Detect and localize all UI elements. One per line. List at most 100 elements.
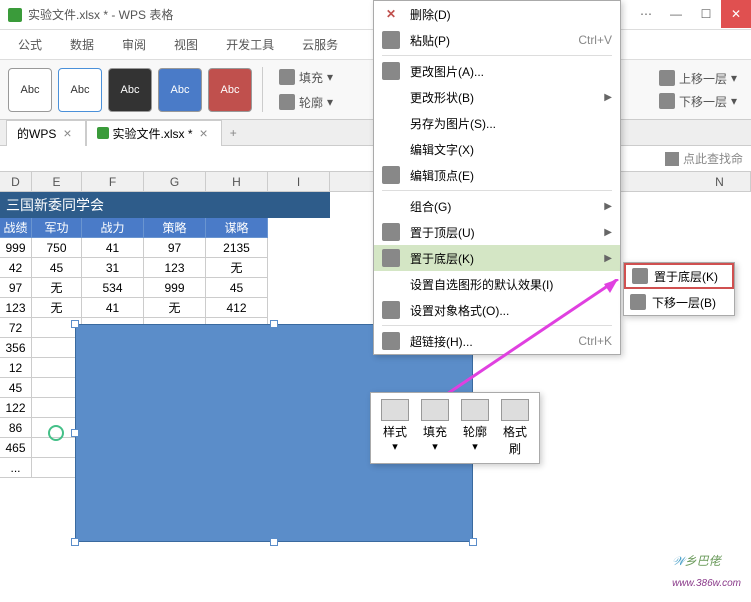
bring-forward-button[interactable]: 上移一层 ▾ bbox=[653, 68, 743, 89]
cell[interactable]: 2135 bbox=[206, 238, 268, 258]
command-hint[interactable]: 点此查找命 bbox=[683, 150, 743, 167]
cell[interactable]: 12 bbox=[0, 358, 32, 378]
shape-style-1[interactable]: Abc bbox=[8, 68, 52, 112]
col-H[interactable]: H bbox=[206, 172, 268, 191]
cell[interactable]: 45 bbox=[32, 258, 82, 278]
ctx-bring-to-front[interactable]: 置于顶层(U)▶ bbox=[374, 219, 620, 245]
shape-style-2[interactable]: Abc bbox=[58, 68, 102, 112]
bucket-icon bbox=[421, 399, 449, 421]
menu-cloud[interactable]: 云服务 bbox=[288, 36, 352, 53]
col-G[interactable]: G bbox=[144, 172, 206, 191]
col-I[interactable]: I bbox=[268, 172, 330, 191]
cell[interactable]: 356 bbox=[0, 338, 32, 358]
tab-file[interactable]: 实验文件.xlsx *× bbox=[86, 120, 222, 146]
hdr-cell[interactable]: 谋略 bbox=[206, 218, 268, 238]
sub-send-to-back[interactable]: 置于底层(K) bbox=[624, 263, 734, 289]
ctx-send-to-back[interactable]: 置于底层(K)▶ bbox=[374, 245, 620, 271]
cell[interactable]: 45 bbox=[0, 378, 32, 398]
cell[interactable]: 31 bbox=[82, 258, 144, 278]
shape-style-5[interactable]: Abc bbox=[208, 68, 252, 112]
hdr-cell[interactable]: 军功 bbox=[32, 218, 82, 238]
cell[interactable]: 无 bbox=[32, 298, 82, 318]
table-title[interactable]: 三国新委同学会 bbox=[0, 192, 330, 218]
menu-devtools[interactable]: 开发工具 bbox=[212, 36, 288, 53]
ctx-edit-text[interactable]: 编辑文字(X) bbox=[374, 136, 620, 162]
outline-label: 轮廓 bbox=[299, 94, 323, 111]
resize-handle[interactable] bbox=[270, 320, 278, 328]
cell[interactable]: 97 bbox=[0, 278, 32, 298]
points-icon bbox=[382, 166, 400, 184]
layer-down-icon bbox=[659, 93, 675, 109]
layer-up-icon bbox=[659, 70, 675, 86]
cell[interactable]: 无 bbox=[32, 278, 82, 298]
cell[interactable]: 122 bbox=[0, 398, 32, 418]
sub-send-backward[interactable]: 下移一层(B) bbox=[624, 289, 734, 315]
cell[interactable]: 999 bbox=[0, 238, 32, 258]
fb-fill[interactable]: 填充 ▾ bbox=[415, 397, 455, 459]
ctx-save-as-image[interactable]: 另存为图片(S)... bbox=[374, 110, 620, 136]
ctx-format-object[interactable]: 设置对象格式(O)... bbox=[374, 297, 620, 323]
cell[interactable]: 123 bbox=[144, 258, 206, 278]
shape-style-3[interactable]: Abc bbox=[108, 68, 152, 112]
hdr-cell[interactable]: 战绩 bbox=[0, 218, 32, 238]
maximize-button[interactable]: ☐ bbox=[691, 0, 721, 28]
close-button[interactable]: ✕ bbox=[721, 0, 751, 28]
style-icon bbox=[381, 399, 409, 421]
resize-handle[interactable] bbox=[469, 538, 477, 546]
fb-outline[interactable]: 轮廓 ▾ bbox=[455, 397, 495, 459]
hdr-cell[interactable]: 策略 bbox=[144, 218, 206, 238]
resize-handle[interactable] bbox=[71, 429, 79, 437]
cell[interactable]: 534 bbox=[82, 278, 144, 298]
fb-style[interactable]: 样式 ▾ bbox=[375, 397, 415, 459]
menu-formula[interactable]: 公式 bbox=[4, 36, 56, 53]
resize-handle[interactable] bbox=[71, 320, 79, 328]
cell[interactable]: 45 bbox=[206, 278, 268, 298]
cell[interactable]: ... bbox=[0, 458, 32, 478]
ctx-change-image[interactable]: 更改图片(A)... bbox=[374, 58, 620, 84]
cell[interactable]: 41 bbox=[82, 238, 144, 258]
col-F[interactable]: F bbox=[82, 172, 144, 191]
ctx-set-default[interactable]: 设置自选图形的默认效果(I) bbox=[374, 271, 620, 297]
overflow-button[interactable]: ⋯ bbox=[631, 0, 661, 28]
ctx-change-shape[interactable]: 更改形状(B)▶ bbox=[374, 84, 620, 110]
ctx-group[interactable]: 组合(G)▶ bbox=[374, 193, 620, 219]
minimize-button[interactable]: — bbox=[661, 0, 691, 28]
cell[interactable]: 97 bbox=[144, 238, 206, 258]
shape-style-4[interactable]: Abc bbox=[158, 68, 202, 112]
ctx-delete[interactable]: ✕删除(D) bbox=[374, 1, 620, 27]
cell[interactable]: 412 bbox=[206, 298, 268, 318]
add-tab-button[interactable]: + bbox=[222, 122, 245, 144]
col-D[interactable]: D bbox=[0, 172, 32, 191]
fb-format-painter[interactable]: 格式刷 bbox=[495, 397, 535, 459]
resize-handle[interactable] bbox=[71, 538, 79, 546]
resize-handle[interactable] bbox=[270, 538, 278, 546]
col-E[interactable]: E bbox=[32, 172, 82, 191]
chevron-right-icon: ▶ bbox=[604, 227, 612, 238]
menu-view[interactable]: 视图 bbox=[160, 36, 212, 53]
cell[interactable]: 无 bbox=[144, 298, 206, 318]
menu-review[interactable]: 审阅 bbox=[108, 36, 160, 53]
ctx-hyperlink[interactable]: 超链接(H)...Ctrl+K bbox=[374, 328, 620, 354]
tab-close-icon[interactable]: × bbox=[197, 125, 211, 141]
send-backward-button[interactable]: 下移一层 ▾ bbox=[653, 91, 743, 112]
ctx-edit-points[interactable]: 编辑顶点(E) bbox=[374, 162, 620, 188]
cell[interactable]: 465 bbox=[0, 438, 32, 458]
cell[interactable]: 123 bbox=[0, 298, 32, 318]
outline-button[interactable]: 轮廓 ▾ bbox=[273, 92, 339, 113]
tab-close-icon[interactable]: × bbox=[60, 125, 74, 141]
cell[interactable]: 42 bbox=[0, 258, 32, 278]
rotate-handle[interactable] bbox=[48, 425, 64, 441]
tab-wps[interactable]: 的WPS× bbox=[6, 120, 86, 146]
cell[interactable]: 999 bbox=[144, 278, 206, 298]
cell[interactable]: 750 bbox=[32, 238, 82, 258]
cell[interactable]: 41 bbox=[82, 298, 144, 318]
col-N[interactable]: N bbox=[689, 172, 751, 191]
cell[interactable]: 无 bbox=[206, 258, 268, 278]
menu-data[interactable]: 数据 bbox=[56, 36, 108, 53]
ctx-paste[interactable]: 粘贴(P)Ctrl+V bbox=[374, 27, 620, 53]
clipboard-icon bbox=[382, 31, 400, 49]
hdr-cell[interactable]: 战力 bbox=[82, 218, 144, 238]
cell[interactable]: 86 bbox=[0, 418, 32, 438]
fill-button[interactable]: 填充 ▾ bbox=[273, 67, 339, 88]
cell[interactable]: 72 bbox=[0, 318, 32, 338]
